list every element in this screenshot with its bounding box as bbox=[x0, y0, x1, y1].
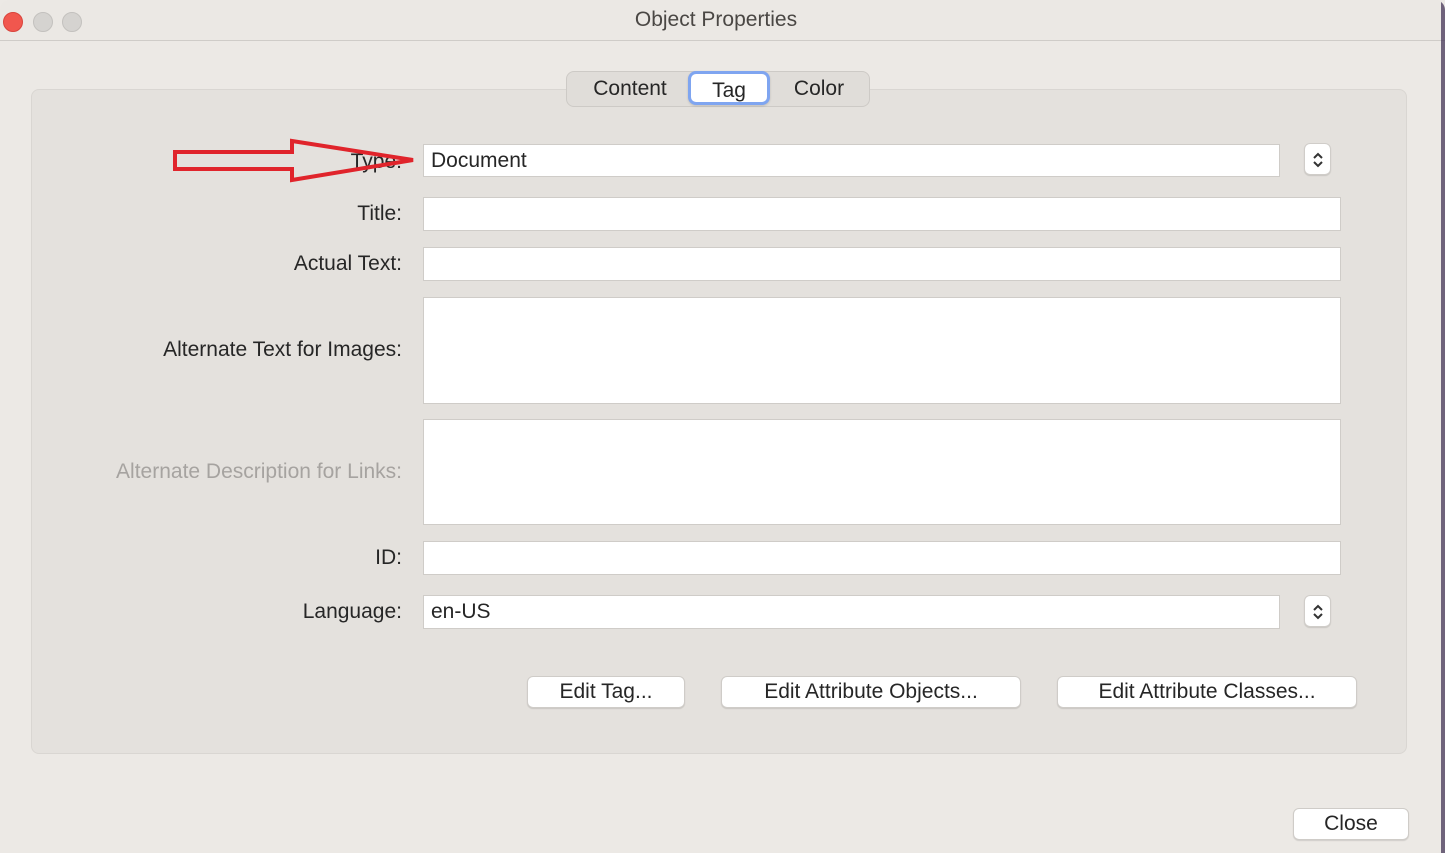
tab-content[interactable]: Content bbox=[577, 72, 683, 106]
tab-tag[interactable]: Tag bbox=[688, 71, 770, 105]
up-down-chevron-icon bbox=[1313, 152, 1323, 168]
up-down-chevron-icon bbox=[1313, 604, 1323, 620]
edit-attribute-objects-button[interactable]: Edit Attribute Objects... bbox=[721, 676, 1021, 708]
id-label: ID: bbox=[375, 546, 402, 569]
alt-text-images-label: Alternate Text for Images: bbox=[163, 338, 402, 361]
annotation-arrow-icon bbox=[173, 138, 414, 183]
id-field[interactable] bbox=[423, 541, 1341, 575]
language-field[interactable] bbox=[423, 595, 1280, 629]
tab-bar: Content Tag Color bbox=[566, 71, 870, 107]
edit-tag-button[interactable]: Edit Tag... bbox=[527, 676, 685, 708]
alt-description-links-label: Alternate Description for Links: bbox=[116, 460, 402, 483]
actual-text-label: Actual Text: bbox=[293, 252, 402, 275]
language-stepper[interactable] bbox=[1304, 595, 1331, 627]
alt-description-links-field[interactable] bbox=[423, 419, 1341, 525]
window-edge bbox=[1441, 0, 1445, 853]
alt-text-images-field[interactable] bbox=[423, 297, 1341, 404]
actual-text-field[interactable] bbox=[423, 247, 1341, 281]
type-stepper[interactable] bbox=[1304, 143, 1331, 175]
title-bar: Object Properties bbox=[0, 0, 1445, 41]
object-properties-window: Object Properties Content Tag Color Type… bbox=[0, 0, 1445, 853]
title-field[interactable] bbox=[423, 197, 1341, 231]
language-label: Language: bbox=[302, 600, 402, 623]
title-label: Title: bbox=[357, 202, 402, 225]
close-button[interactable]: Close bbox=[1293, 808, 1409, 840]
edit-attribute-classes-button[interactable]: Edit Attribute Classes... bbox=[1057, 676, 1357, 708]
window-title: Object Properties bbox=[634, 8, 798, 31]
type-field[interactable] bbox=[423, 144, 1280, 177]
tab-color[interactable]: Color bbox=[775, 72, 863, 106]
